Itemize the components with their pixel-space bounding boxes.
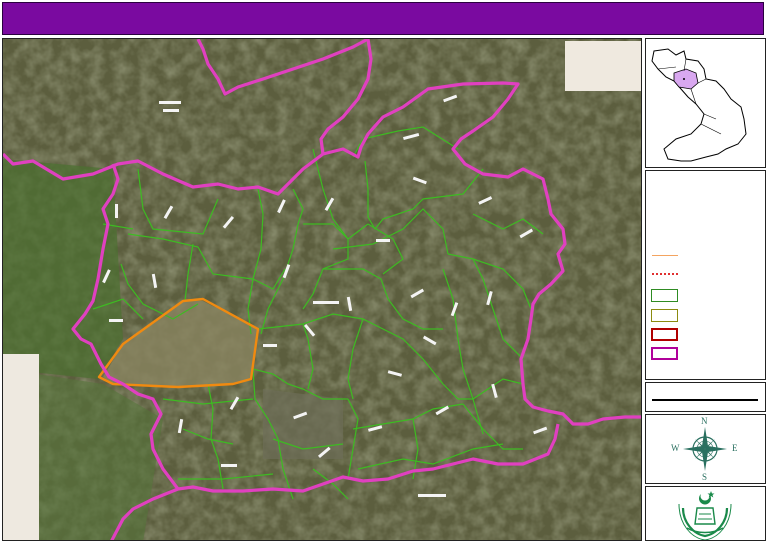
legend-tehsil-box [651,309,678,322]
inset-district-highlight [673,68,699,90]
scale-panel [645,382,766,412]
title-bar [2,2,764,35]
scale-bar [652,399,758,401]
government-emblem-logo [678,491,732,541]
legend-panel [645,170,766,380]
compass-w-label: W [671,443,680,453]
pale-tile-northeast [565,41,641,91]
inset-location-map [645,38,766,168]
inset-province-outline [651,48,747,162]
legend-road-line [652,273,678,275]
satellite-map [3,39,641,540]
north-arrow-panel: N S W E [645,414,766,484]
logo-panel [645,486,766,541]
pale-tile-west [3,354,39,540]
green-fields-west [3,159,123,379]
legend-urban-boundary-line [652,255,678,256]
compass-n-label: N [701,416,708,426]
compass-s-label: S [702,472,708,482]
compass-e-label: E [732,443,738,453]
legend-district-box [651,347,678,360]
map-frame[interactable] [2,38,642,541]
legend-union-council-box [651,289,678,302]
legend-urban-box [651,328,678,341]
